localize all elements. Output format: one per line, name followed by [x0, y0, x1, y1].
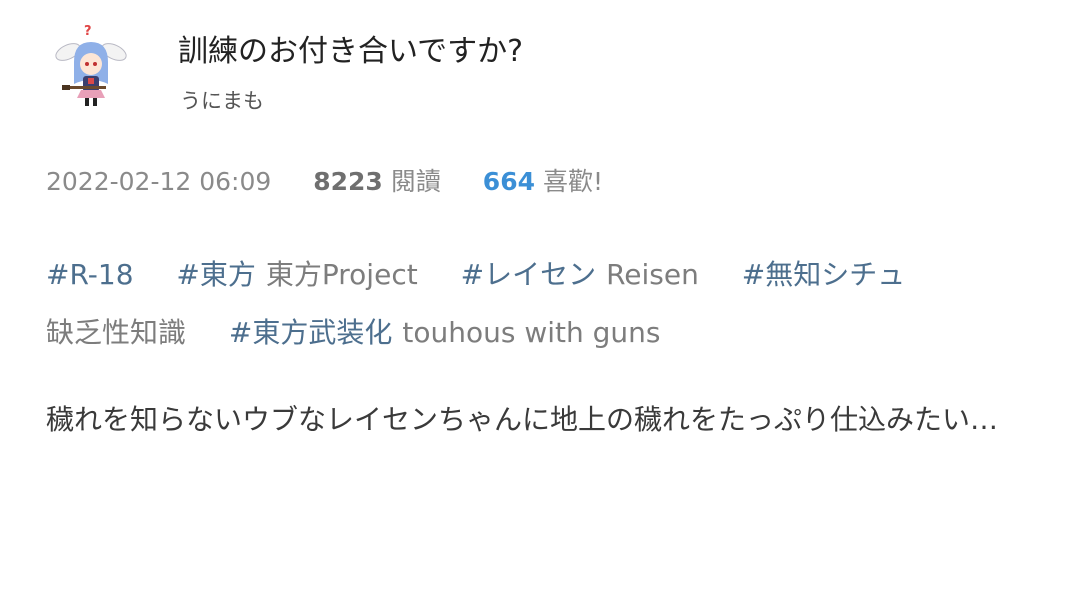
tag-list: #R-18 #東方 東方Project #レイセン Reisen #無知シチュ 缺乏…	[46, 246, 1046, 362]
avatar-image: ?	[55, 24, 127, 106]
tag-name: #無知シチュ	[741, 258, 906, 291]
tag-item[interactable]: #無知シチュ	[742, 258, 905, 291]
tag-translation: Reisen	[606, 258, 699, 291]
tag-item[interactable]: #東方 東方Project	[176, 258, 417, 291]
tag-name: #レイセン	[460, 258, 597, 291]
tag-name: #R-18	[46, 258, 134, 291]
work-meta: 2022-02-12 06:09 8223 閱讀 664 喜歡!	[46, 162, 603, 202]
tag-name: #東方	[176, 258, 256, 291]
author-avatar[interactable]: ?	[48, 22, 136, 110]
author-name[interactable]: うにまも	[180, 86, 264, 116]
tag-item[interactable]: 缺乏性知識	[46, 316, 186, 349]
svg-text:?: ?	[84, 24, 92, 39]
tag-translation: touhous with guns	[402, 316, 661, 349]
likes-label: 喜歡!	[542, 167, 604, 196]
tag-item[interactable]: #東方武装化 touhous with guns	[229, 316, 661, 349]
tag-name: #東方武装化	[228, 316, 393, 349]
tag-translation: 缺乏性知識	[46, 316, 187, 349]
work-header: ? 訓練のお付き合いですか? うにまも	[48, 22, 1038, 122]
tag-item[interactable]: #レイセン Reisen	[461, 258, 699, 291]
tag-translation: 東方Project	[265, 258, 418, 291]
work-title: 訓練のお付き合いですか?	[178, 34, 524, 69]
post-date: 2022-02-12 06:09	[46, 167, 272, 196]
views-label: 閱讀	[390, 167, 441, 196]
work-caption: 穢れを知らないウブなレイセンちゃんに地上の穢れをたっぷり仕込みたい…	[46, 403, 999, 436]
views-count: 8223	[313, 167, 383, 196]
likes-count: 664	[482, 167, 535, 196]
tag-item[interactable]: #R-18	[46, 258, 134, 291]
